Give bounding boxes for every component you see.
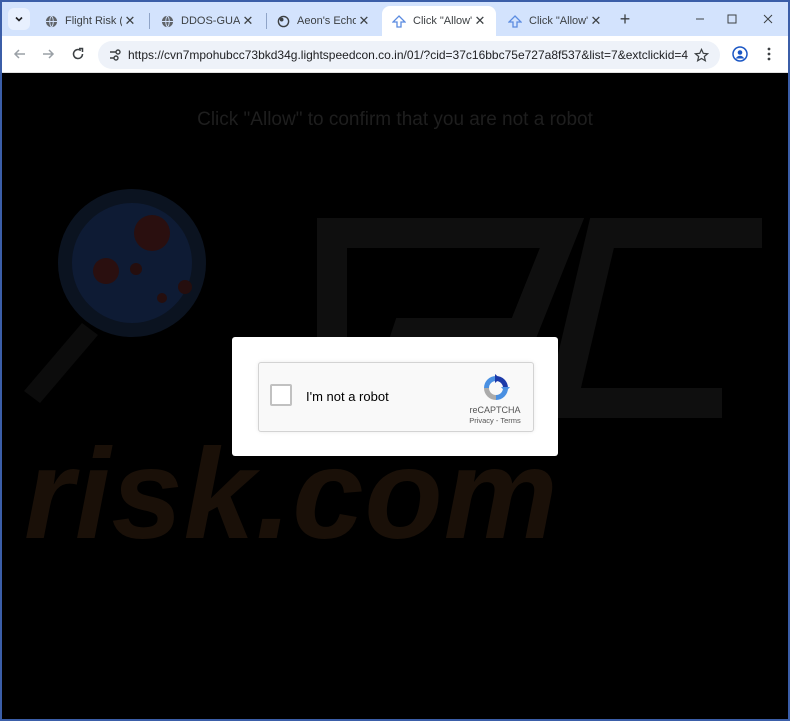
close-tab-icon[interactable]: ✕ [240,13,256,29]
maximize-button[interactable] [722,10,742,28]
page-icon [392,14,406,28]
reload-icon [72,47,84,60]
browser-window: Flight Risk (20 ✕ DDOS-GUARD ✕ Aeon's Ec… [2,2,788,719]
checkbox-label: I'm not a robot [306,389,389,404]
profile-button[interactable] [730,44,750,64]
page-content: Click "Allow" to confirm that you are no… [2,73,788,719]
recaptcha-brand: reCAPTCHA [469,405,521,415]
minimize-icon [696,18,704,20]
more-vertical-icon [767,47,771,61]
tab-ddos-guard[interactable]: DDOS-GUARD ✕ [150,6,264,36]
globe-icon [44,14,58,28]
tab-title: Click "Allow" [529,15,588,27]
not-a-robot-checkbox[interactable] [270,384,292,406]
new-tab-button[interactable]: + [616,10,634,28]
forward-button[interactable] [38,44,58,64]
tab-title: Flight Risk (20 [65,15,122,27]
captcha-modal: I'm not a robot reCAPTCHA Privacy - Term… [232,337,558,456]
arrow-right-icon [43,49,55,59]
globe-icon [160,14,174,28]
tab-search-button[interactable] [8,8,30,30]
tab-click-allow[interactable]: Click "Allow" ✕ [498,6,612,36]
chevron-down-icon [15,16,23,22]
account-icon [732,46,748,62]
close-tab-icon[interactable]: ✕ [122,13,138,29]
minimize-button[interactable] [690,10,710,28]
tab-title: Aeon's Echo | [297,15,356,27]
tab-title: DDOS-GUARD [181,15,240,27]
page-headline: Click "Allow" to confirm that you are no… [197,109,593,130]
tab-click-allow-active[interactable]: Click "Allow" ✕ [382,6,496,36]
tab-aeons-echo[interactable]: Aeon's Echo | ✕ [266,6,380,36]
site-info-icon[interactable] [106,46,124,64]
arrow-left-icon [13,49,25,59]
bookmark-star-icon[interactable] [692,46,710,64]
menu-button[interactable] [759,44,779,64]
recaptcha-widget: I'm not a robot reCAPTCHA Privacy - Term… [258,362,534,432]
tab-title: Click "Allow" [413,15,472,27]
site-icon [276,14,290,28]
close-tab-icon[interactable]: ✕ [588,13,604,29]
reload-button[interactable] [68,44,88,64]
close-icon [763,14,773,24]
maximize-icon [727,14,737,24]
close-window-button[interactable] [758,10,778,28]
recaptcha-logo-icon [484,374,510,400]
tab-flight-risk[interactable]: Flight Risk (20 ✕ [34,6,146,36]
back-button[interactable] [10,44,30,64]
tab-strip: Flight Risk (20 ✕ DDOS-GUARD ✕ Aeon's Ec… [2,2,788,36]
url-text[interactable]: https://cvn7mpohubcc73bkd34g.lightspeedc… [128,48,688,62]
browser-toolbar: https://cvn7mpohubcc73bkd34g.lightspeedc… [2,36,788,73]
page-icon [508,14,522,28]
close-tab-icon[interactable]: ✕ [472,13,488,29]
close-tab-icon[interactable]: ✕ [356,13,372,29]
address-bar[interactable]: https://cvn7mpohubcc73bkd34g.lightspeedc… [98,41,720,69]
privacy-terms-links[interactable]: Privacy - Terms [455,416,535,425]
